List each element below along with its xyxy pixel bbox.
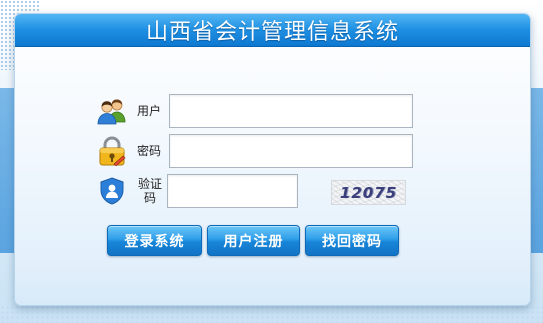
captcha-row: 验证 码 <box>97 174 298 208</box>
title-bar: 山西省会计管理信息系统 <box>15 14 530 47</box>
captcha-image-text: 12075 <box>339 183 398 202</box>
login-panel: 山西省会计管理信息系统 用户 密码 验证 码 12075 登录系统 用户注册 找… <box>14 13 531 306</box>
username-input[interactable] <box>169 94 413 128</box>
username-label: 用户 <box>137 104 162 118</box>
users-icon <box>97 96 127 126</box>
captcha-label-line1: 验证 <box>137 177 162 191</box>
password-input[interactable] <box>169 134 413 168</box>
login-button[interactable]: 登录系统 <box>107 225 202 256</box>
shield-user-icon <box>97 176 127 206</box>
password-row: 密码 <box>97 134 413 168</box>
register-button[interactable]: 用户注册 <box>207 225 300 256</box>
lock-icon <box>97 136 127 167</box>
captcha-input[interactable] <box>167 174 298 208</box>
captcha-label-line2: 码 <box>143 191 156 205</box>
recover-password-button[interactable]: 找回密码 <box>305 225 399 256</box>
password-label: 密码 <box>137 144 162 158</box>
username-row: 用户 <box>97 94 413 128</box>
captcha-label: 验证 码 <box>135 177 165 205</box>
decorative-dots-bottom <box>0 305 543 323</box>
page-title: 山西省会计管理信息系统 <box>145 20 399 45</box>
captcha-image[interactable]: 12075 <box>331 180 406 205</box>
